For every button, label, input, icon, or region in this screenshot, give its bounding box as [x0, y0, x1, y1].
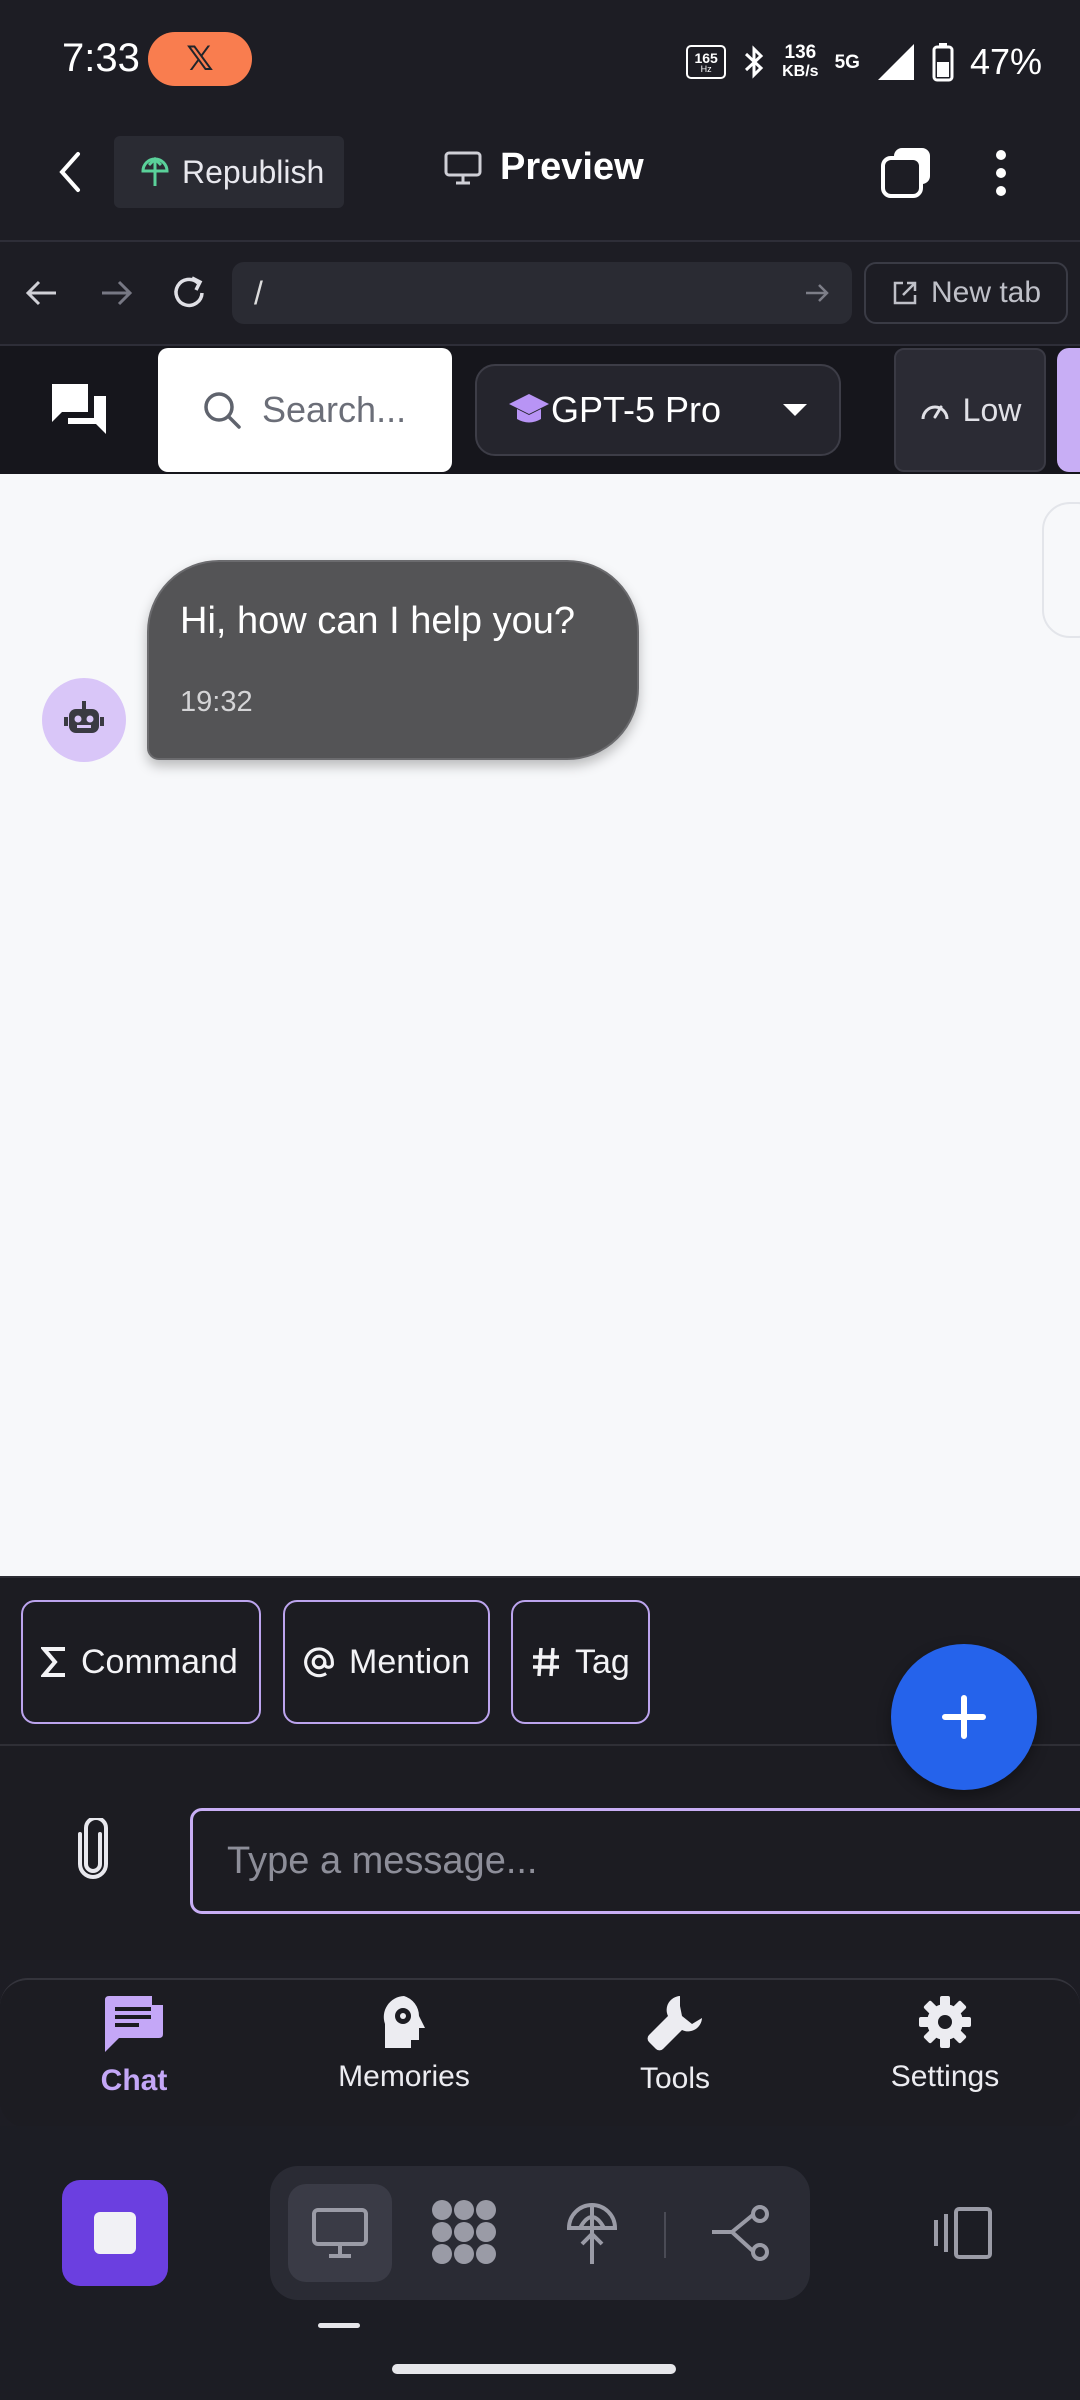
wrench-icon [647, 1996, 702, 2051]
x-app-badge: 𝕏 [148, 32, 252, 86]
battery-icon [932, 43, 954, 82]
caret-down-icon [783, 404, 807, 416]
message-text: Hi, how can I help you? [180, 600, 576, 642]
message-time: 19:32 [180, 686, 253, 718]
brain-icon [383, 1996, 425, 2048]
external-link-icon [893, 281, 917, 305]
add-fab-button[interactable] [891, 1644, 1037, 1790]
republish-button[interactable]: Republish [114, 136, 344, 208]
browser-forward-button[interactable] [98, 278, 134, 308]
robot-icon [64, 701, 104, 733]
tabs-button[interactable] [880, 146, 932, 198]
status-icons: 165 Hz 136 KB/s 5G 47% [686, 36, 1042, 88]
sidebar-panel-icon [934, 2207, 992, 2259]
more-menu-button[interactable] [992, 148, 1010, 198]
dock-preview-button[interactable] [288, 2184, 392, 2282]
nav-chat[interactable]: Chat [34, 1994, 234, 2098]
dots-grid-icon [432, 2200, 496, 2264]
url-bar[interactable]: / [232, 262, 852, 324]
overflow-toolbar-button[interactable] [1057, 348, 1080, 472]
model-select[interactable]: GPT-5 Pro [475, 364, 841, 456]
sigma-icon [41, 1647, 65, 1677]
forum-icon [52, 384, 106, 434]
chevron-left-icon [59, 152, 80, 192]
conversations-button[interactable] [50, 382, 108, 436]
back-button[interactable] [56, 150, 84, 194]
go-arrow-icon [806, 284, 829, 302]
dock-grid-button[interactable] [430, 2198, 498, 2266]
nav-tools[interactable]: Tools [575, 1994, 775, 2096]
refresh-icon [174, 276, 204, 308]
tag-chip[interactable]: Tag [511, 1600, 650, 1724]
search-placeholder: Search... [262, 389, 407, 430]
monitor-icon [444, 151, 482, 184]
active-indicator [318, 2323, 360, 2328]
deploy-icon [566, 2203, 618, 2264]
bot-avatar [42, 678, 126, 762]
plus-icon [942, 1695, 986, 1739]
refresh-rate-icon: 165 Hz [686, 45, 727, 79]
network-type: 5G [834, 51, 860, 73]
search-box[interactable]: Search... [158, 348, 452, 472]
gauge-icon [921, 405, 949, 420]
status-time: 7:33 [62, 36, 140, 80]
dock-separator [664, 2212, 666, 2258]
mention-chip[interactable]: Mention [283, 1600, 490, 1724]
gear-icon [919, 1996, 971, 2048]
arrow-left-icon [25, 280, 56, 306]
message-input[interactable] [190, 1808, 1080, 1914]
side-panel-handle[interactable] [1042, 502, 1080, 638]
publish-icon [141, 156, 169, 186]
tabs-icon [881, 148, 930, 198]
graduation-cap-icon [509, 394, 549, 423]
paperclip-icon [78, 1818, 108, 1879]
stop-button[interactable] [62, 2180, 168, 2286]
stop-icon [94, 2212, 136, 2254]
effort-select[interactable]: Low [894, 348, 1046, 472]
new-tab-button[interactable]: New tab [864, 262, 1068, 324]
nav-memories[interactable]: Memories [304, 1994, 504, 2094]
preview-title: Preview [444, 146, 644, 189]
effort-label: Low [962, 391, 1022, 428]
dock-panel-button[interactable] [932, 2206, 994, 2260]
command-chip[interactable]: Command [21, 1600, 261, 1724]
reload-button[interactable] [168, 272, 210, 314]
model-name: GPT-5 Pro [551, 389, 722, 430]
url-text: / [254, 274, 263, 311]
net-speed: 136 KB/s [782, 42, 819, 80]
dock-deploy-button[interactable] [566, 2200, 618, 2266]
arrow-right-icon [102, 280, 133, 306]
battery-level: 47% [969, 41, 1042, 82]
search-icon [204, 392, 241, 429]
attach-button[interactable] [76, 1818, 110, 1880]
branch-icon [712, 2205, 769, 2261]
monitor-icon [312, 2208, 368, 2258]
home-indicator[interactable] [392, 2364, 676, 2374]
hash-icon [533, 1647, 559, 1677]
browser-back-button[interactable] [24, 278, 60, 308]
at-icon [304, 1647, 334, 1678]
signal-icon [877, 44, 914, 80]
bluetooth-icon [745, 45, 764, 79]
more-vertical-icon [996, 150, 1006, 196]
bot-message-bubble [147, 560, 639, 760]
nav-settings[interactable]: Settings [845, 1994, 1045, 2094]
chat-icon [105, 1994, 165, 2052]
dock-git-button[interactable] [710, 2204, 772, 2262]
